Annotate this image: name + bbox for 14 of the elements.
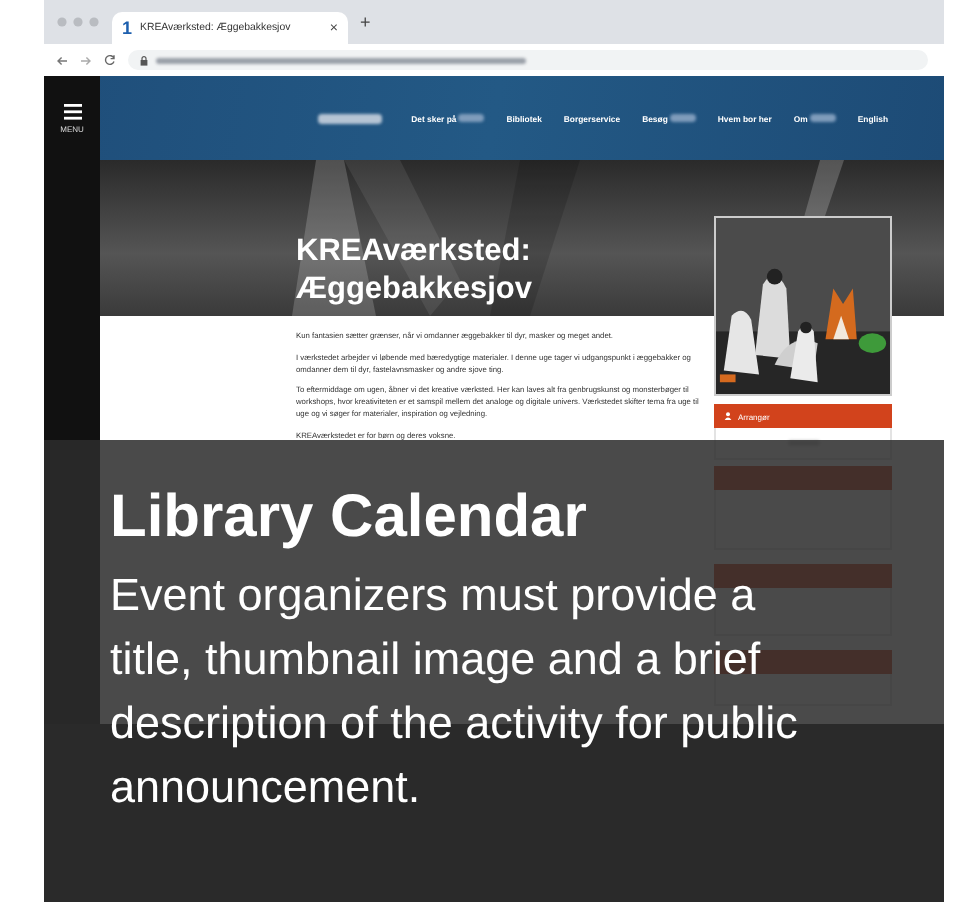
menu-icon xyxy=(63,103,81,119)
person-icon xyxy=(724,412,732,420)
reload-icon[interactable] xyxy=(104,54,116,66)
new-tab-button[interactable]: + xyxy=(360,13,371,31)
redacted-logo xyxy=(317,113,382,123)
window-controls-icon[interactable] xyxy=(56,16,100,28)
caption-title: Library Calendar xyxy=(110,482,589,554)
lock-icon xyxy=(140,55,148,65)
forward-icon[interactable] xyxy=(80,55,92,65)
favicon: 1 xyxy=(122,18,133,38)
caption-text: Event organizers must provide a title, thumbnail image and a brief description of the activity for public announcement. xyxy=(110,568,800,816)
address-field[interactable] xyxy=(128,50,928,70)
event-title: KREAværksted: Æggebakkesjov xyxy=(296,234,535,308)
back-icon[interactable] xyxy=(56,55,68,65)
